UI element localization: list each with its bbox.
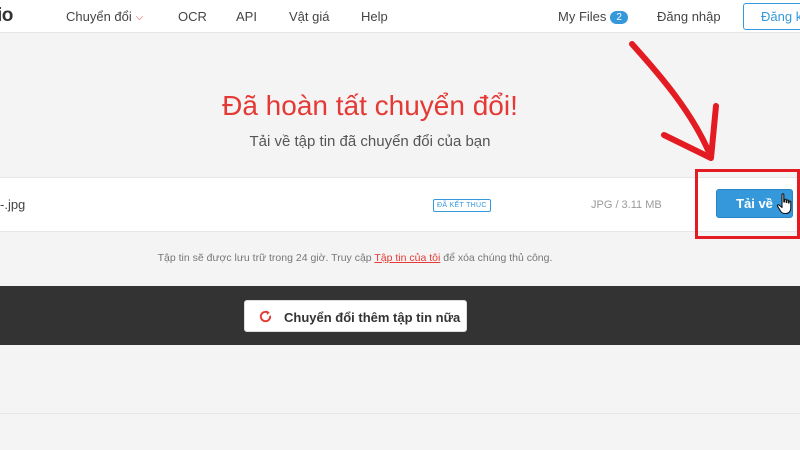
file-row: -.jpg ĐÃ KẾT THÚC JPG / 3.11 MB (0, 177, 800, 232)
convert-more-button[interactable]: Chuyển đổi thêm tập tin nữa (244, 300, 467, 332)
nav-api[interactable]: API (236, 9, 257, 24)
refresh-icon (259, 310, 272, 323)
logo[interactable]: io (0, 5, 13, 27)
divider (0, 413, 800, 414)
my-files-count-badge: 2 (610, 11, 628, 24)
hand-cursor-icon (776, 193, 792, 215)
my-files-link[interactable]: My Files 2 (558, 9, 628, 24)
retention-note-text: Tập tin sẽ được lưu trữ trong 24 giờ. Tr… (157, 252, 375, 264)
nav-convert[interactable]: Chuyển đổi ⌵ (66, 9, 143, 24)
chevron-down-icon: ⌵ (135, 12, 144, 23)
my-files-label: My Files (558, 9, 607, 24)
my-files-note-link[interactable]: Tập tin của tôi (374, 252, 440, 264)
top-navbar: io Chuyển đổi⌵ OCR API Vật giá Help My F… (0, 0, 800, 33)
nav-help[interactable]: Help (361, 9, 388, 24)
status-badge: ĐÃ KẾT THÚC (433, 199, 491, 212)
nav-convert-label: Chuyển đổi (66, 9, 132, 24)
login-link[interactable]: Đăng nhập (657, 9, 721, 24)
nav-ocr[interactable]: OCR (178, 9, 207, 24)
retention-note-text-end: để xóa chúng thủ công. (440, 252, 553, 264)
page-title: Đã hoàn tất chuyển đổi! (222, 90, 518, 121)
convert-more-label: Chuyển đổi thêm tập tin nữa (284, 310, 461, 325)
file-name: -.jpg (0, 197, 26, 212)
signup-button[interactable]: Đăng ký (743, 3, 800, 30)
retention-note: Tập tin sẽ được lưu trữ trong 24 giờ. Tr… (0, 252, 710, 264)
nav-pricing[interactable]: Vật giá (289, 9, 329, 24)
page-subtitle: Tải về tập tin đã chuyển đổi của bạn (249, 133, 491, 150)
file-meta: JPG / 3.11 MB (591, 199, 662, 211)
